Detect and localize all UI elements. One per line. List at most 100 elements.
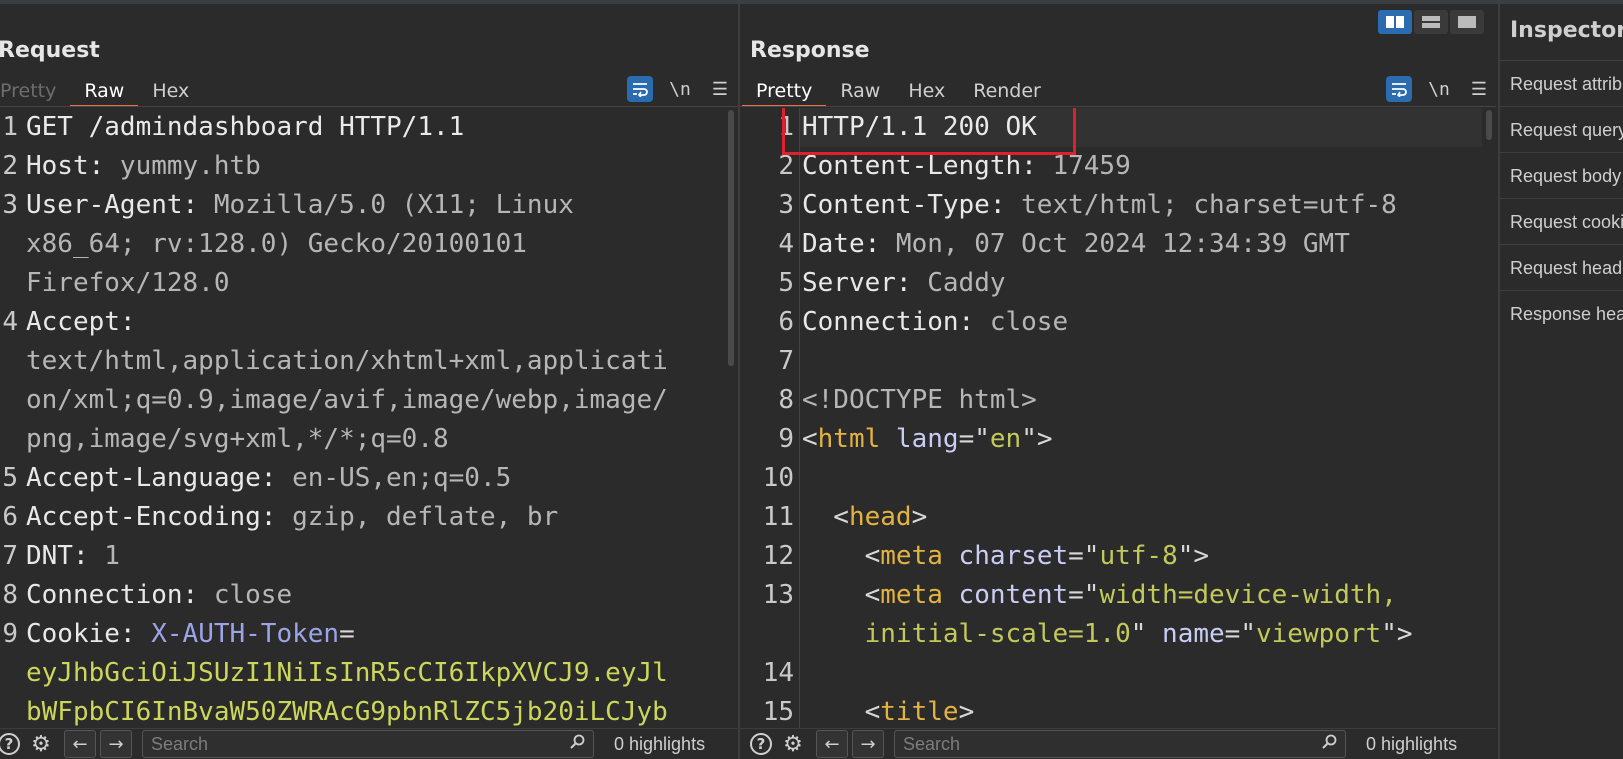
code-token: text/html,application/xhtml+xml,applicat… <box>26 346 668 376</box>
line-number <box>0 381 18 420</box>
code-line[interactable]: Date: Mon, 07 Oct 2024 12:34:39 GMT <box>802 225 1413 264</box>
code-line[interactable]: Cookie: X-AUTH-Token= <box>26 615 668 654</box>
code-line[interactable]: on/xml;q=0.9,image/avif,image/webp,image… <box>26 381 668 420</box>
code-token: Host: <box>26 151 120 181</box>
code-line[interactable]: Server: Caddy <box>802 264 1413 303</box>
code-line[interactable]: <meta charset="utf-8"> <box>802 537 1413 576</box>
next-match-button[interactable]: → <box>100 730 132 758</box>
tab-raw[interactable]: Raw <box>70 76 139 107</box>
code-token: GET /admindashboard HTTP/1.1 <box>26 112 465 142</box>
code-line[interactable]: Content-Type: text/html; charset=utf-8 <box>802 186 1413 225</box>
code-token: meta <box>880 580 943 610</box>
inspector-item[interactable]: Request attributes <box>1500 60 1623 107</box>
code-line[interactable] <box>802 654 1413 693</box>
code-line[interactable]: <!DOCTYPE html> <box>802 381 1413 420</box>
code-line[interactable]: Connection: close <box>26 576 668 615</box>
line-number: 1 <box>2 112 18 142</box>
code-line[interactable] <box>802 459 1413 498</box>
tab-hex[interactable]: Hex <box>894 76 959 106</box>
inspector-item[interactable]: Response headers <box>1500 290 1623 337</box>
inspector-item[interactable]: Request headers <box>1500 244 1623 291</box>
code-line[interactable]: DNT: 1 <box>26 537 668 576</box>
request-search-input[interactable] <box>143 732 569 756</box>
newline-toggle[interactable]: \n <box>667 76 693 102</box>
code-line[interactable]: <title> <box>802 693 1413 729</box>
tab-raw[interactable]: Raw <box>826 76 894 106</box>
line-number: 9 <box>2 619 18 649</box>
next-match-button[interactable]: → <box>852 730 884 758</box>
response-highlight-count: 0 highlights <box>1366 733 1458 754</box>
request-code[interactable]: GET /admindashboard HTTP/1.1 Host: yummy.… <box>26 108 668 729</box>
code-token: Date: <box>802 229 896 259</box>
line-number: 14 <box>762 658 794 688</box>
code-token: Firefox/128.0 <box>26 268 230 298</box>
wrap-icon[interactable] <box>1386 76 1412 102</box>
code-line[interactable]: Firefox/128.0 <box>26 264 668 303</box>
wrap-icon[interactable] <box>627 76 653 102</box>
tab-hex[interactable]: Hex <box>138 76 203 106</box>
code-line[interactable]: Accept: <box>26 303 668 342</box>
code-line[interactable] <box>802 342 1413 381</box>
inspector-item[interactable]: Request cookies <box>1500 198 1623 245</box>
response-toolbar: \n ☰ <box>1386 76 1492 102</box>
menu-icon[interactable]: ☰ <box>1466 76 1492 102</box>
code-line[interactable]: <html lang="en"> <box>802 420 1413 459</box>
code-token: gzip, deflate, br <box>292 502 559 532</box>
code-token: Connection: <box>802 307 990 337</box>
response-tab-divider <box>740 106 1496 107</box>
code-line[interactable]: Accept-Encoding: gzip, deflate, br <box>26 498 668 537</box>
code-token: <!DOCTYPE html> <box>802 385 1037 415</box>
code-token: < <box>802 580 881 610</box>
code-line[interactable]: <head> <box>802 498 1413 537</box>
code-token: DNT: <box>26 541 105 571</box>
code-line[interactable]: eyJhbGciOiJSUzI1NiIsInR5cCI6IkpXVCJ9.eyJ… <box>26 654 668 693</box>
stacked-layout-icon[interactable] <box>1414 10 1448 34</box>
gear-icon[interactable]: ⚙ <box>780 731 806 757</box>
code-line[interactable]: x86_64; rv:128.0) Gecko/20100101 <box>26 225 668 264</box>
line-number: 4 <box>778 229 794 259</box>
code-line[interactable]: bWFpbCI6InBvaW50ZWRAcG9pbnRlZC5jb20iLCJy… <box>26 693 668 729</box>
code-line[interactable]: Accept-Language: en-US,en;q=0.5 <box>26 459 668 498</box>
request-editor[interactable]: 1 2 3 4 5 6 7 8 9 GET /admindashboard HTTP/1.1… <box>0 108 730 729</box>
tab-pretty[interactable]: Pretty <box>0 76 70 106</box>
code-line[interactable]: Connection: close <box>802 303 1413 342</box>
gear-icon[interactable]: ⚙ <box>28 731 54 757</box>
tab-render[interactable]: Render <box>959 76 1055 106</box>
code-line[interactable]: <meta content="width=device-width, <box>802 576 1413 615</box>
request-scrollbar[interactable] <box>728 110 734 366</box>
help-icon[interactable]: ? <box>0 731 22 757</box>
inspector-item[interactable]: Request body parameters <box>1500 152 1623 199</box>
newline-toggle[interactable]: \n <box>1426 76 1452 102</box>
response-editor[interactable]: 1 2 3 4 5 6 7 8 9 10 11 12 13 14 15 HTTP/1.1 200 OK Co… <box>740 108 1486 729</box>
code-line[interactable]: text/html,application/xhtml+xml,applicat… <box>26 342 668 381</box>
code-token: initial-scale=1.0 <box>864 619 1131 649</box>
response-search-input[interactable] <box>895 732 1321 756</box>
line-number: 2 <box>2 151 18 181</box>
code-token: X-AUTH-Token <box>151 619 340 649</box>
response-code[interactable]: HTTP/1.1 200 OK Content-Length: 17459 Cont… <box>802 108 1413 729</box>
line-number: 3 <box>2 190 18 220</box>
code-line[interactable]: initial-scale=1.0" name="viewport"> <box>802 615 1413 654</box>
tab-pretty[interactable]: Pretty <box>742 76 827 107</box>
code-token: charset <box>942 541 1069 571</box>
single-layout-icon[interactable] <box>1450 10 1484 34</box>
line-number <box>0 693 18 729</box>
inspector-item[interactable]: Request query parameters <box>1500 106 1623 153</box>
code-line[interactable]: GET /admindashboard HTTP/1.1 <box>26 108 668 147</box>
request-search-field[interactable] <box>142 730 594 758</box>
previous-match-button[interactable]: ← <box>816 730 848 758</box>
line-number <box>0 225 18 264</box>
code-line[interactable]: User-Agent: Mozilla/5.0 (X11; Linux <box>26 186 668 225</box>
help-icon[interactable]: ? <box>748 731 774 757</box>
code-token: lang <box>880 424 959 454</box>
code-line[interactable]: Host: yummy.htb <box>26 147 668 186</box>
line-number: 15 <box>762 697 794 727</box>
menu-icon[interactable]: ☰ <box>707 76 733 102</box>
previous-match-button[interactable]: ← <box>64 730 96 758</box>
code-token: Content-Length: <box>802 151 1053 181</box>
code-line[interactable]: png,image/svg+xml,*/*;q=0.8 <box>26 420 668 459</box>
side-by-side-layout-icon[interactable] <box>1378 10 1412 34</box>
response-search-field[interactable] <box>894 730 1346 758</box>
code-token: = <box>339 619 355 649</box>
response-scrollbar[interactable] <box>1486 110 1492 140</box>
